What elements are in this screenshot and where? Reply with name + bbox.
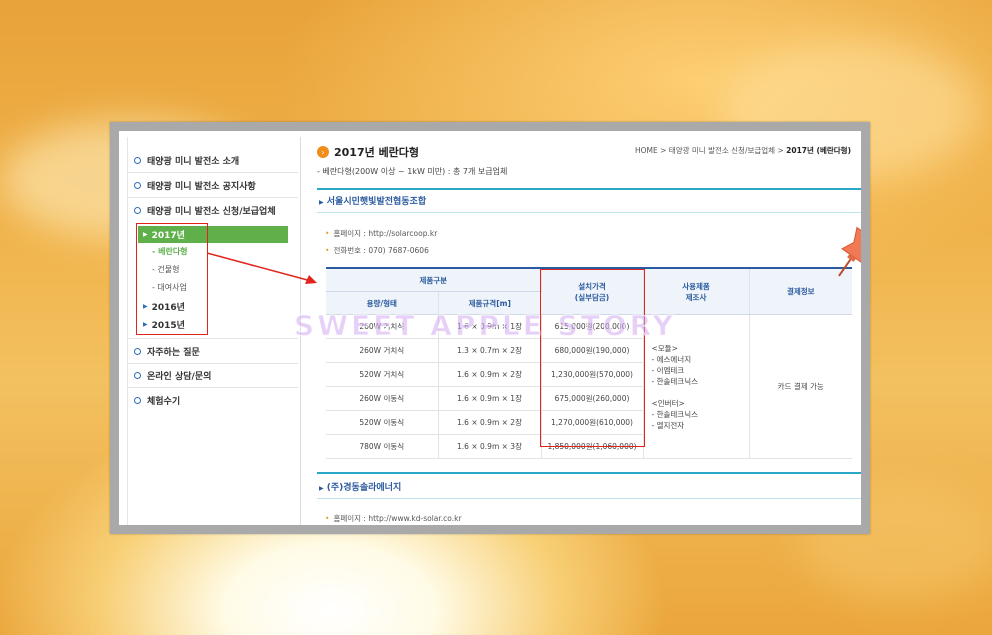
screenshot-frame: 태양광 미니 발전소 소개 태양광 미니 발전소 공지사항 태양광 미니 발전소… bbox=[110, 122, 870, 534]
webpage-panel: 태양광 미니 발전소 소개 태양광 미니 발전소 공지사항 태양광 미니 발전소… bbox=[119, 131, 861, 525]
watermark: SWEET APPLE STORY bbox=[294, 309, 676, 343]
